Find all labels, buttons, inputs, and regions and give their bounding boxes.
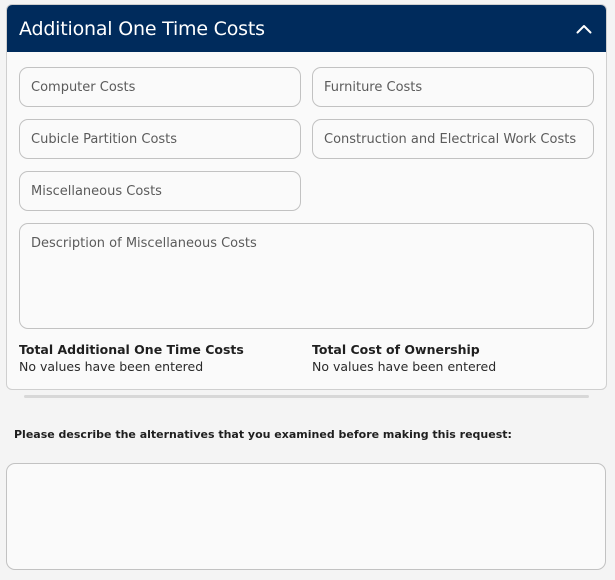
total-one-time-costs-value: No values have been entered	[19, 359, 204, 374]
construction-electrical-costs-placeholder: Construction and Electrical Work Costs	[324, 131, 577, 147]
panel-title: Additional One Time Costs	[19, 17, 265, 40]
cubicle-partition-costs-field[interactable]: Cubicle Partition Costs	[19, 119, 301, 159]
total-one-time-costs-label: Total Additional One Time Costs	[19, 342, 244, 357]
total-cost-of-ownership-value: No values have been entered	[312, 359, 497, 374]
alternatives-question: Please describe the alternatives that yo…	[14, 428, 512, 441]
section-divider	[24, 395, 589, 398]
computer-costs-placeholder: Computer Costs	[31, 79, 136, 95]
furniture-costs-placeholder: Furniture Costs	[324, 79, 423, 95]
additional-one-time-costs-panel: Additional One Time Costs Computer Costs…	[6, 4, 607, 390]
misc-description-textarea[interactable]: Description of Miscellaneous Costs	[19, 223, 594, 329]
alternatives-textarea[interactable]	[6, 463, 606, 570]
cubicle-partition-costs-placeholder: Cubicle Partition Costs	[31, 131, 178, 147]
computer-costs-field[interactable]: Computer Costs	[19, 67, 301, 107]
miscellaneous-costs-placeholder: Miscellaneous Costs	[31, 183, 162, 199]
chevron-up-icon[interactable]	[574, 19, 594, 39]
panel-header[interactable]: Additional One Time Costs	[7, 5, 606, 52]
furniture-costs-field[interactable]: Furniture Costs	[312, 67, 594, 107]
miscellaneous-costs-field[interactable]: Miscellaneous Costs	[19, 171, 301, 211]
construction-electrical-costs-field[interactable]: Construction and Electrical Work Costs	[312, 119, 594, 159]
misc-description-placeholder: Description of Miscellaneous Costs	[31, 236, 257, 251]
total-cost-of-ownership-label: Total Cost of Ownership	[312, 342, 480, 357]
